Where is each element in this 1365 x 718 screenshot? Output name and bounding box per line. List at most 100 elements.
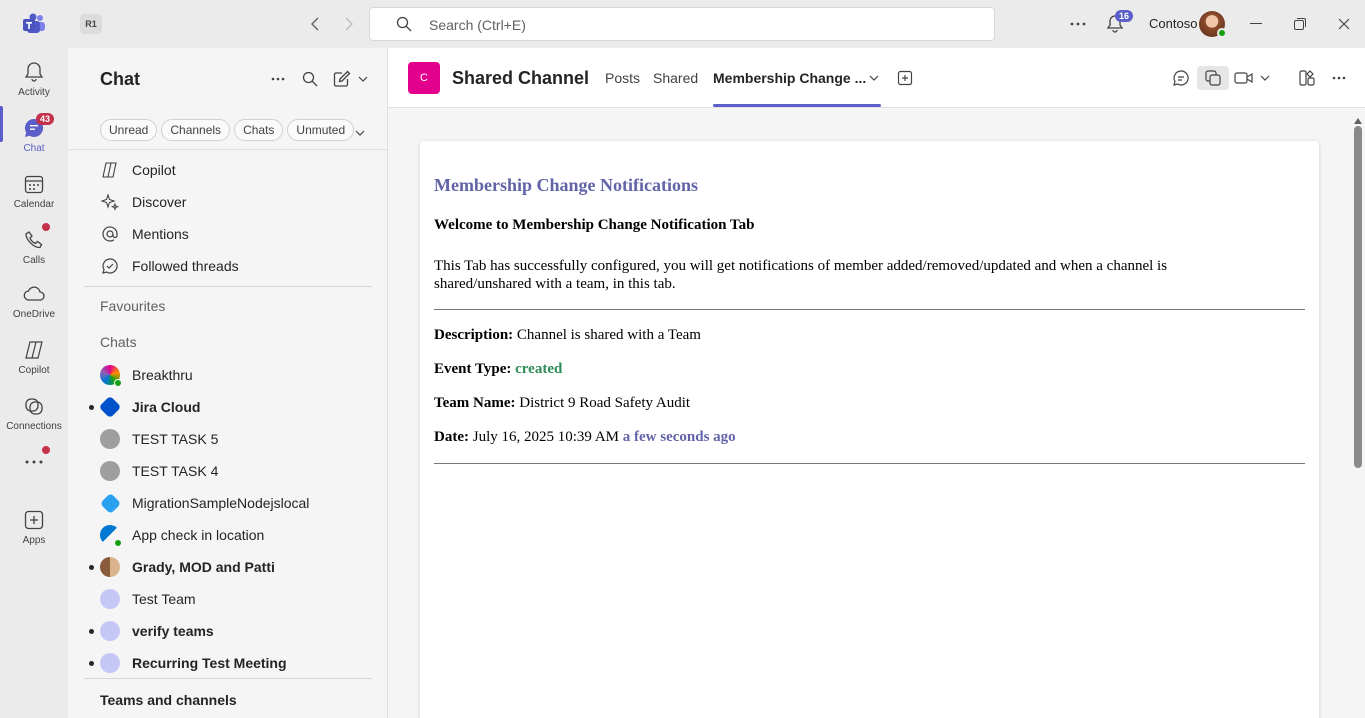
rail-item-more-apps[interactable] (0, 442, 68, 494)
rail-item-calendar[interactable]: Calendar (0, 164, 68, 216)
rail-item-calls[interactable]: Calls (0, 220, 68, 272)
chat-item-breakthru[interactable]: Breakthru (68, 359, 388, 391)
rail-item-activity[interactable]: Activity (0, 52, 68, 104)
chat-unread-badge: 43 (36, 113, 55, 125)
meeting-avatar (100, 653, 120, 673)
title-bar: R1 Search (Ctrl+E) 16 Contoso (0, 0, 1365, 48)
list-item-label: Mentions (132, 226, 189, 242)
more-options-icon[interactable] (1066, 12, 1090, 36)
tab-options-chevron-icon[interactable] (862, 66, 886, 90)
rail-item-copilot[interactable]: Copilot (0, 330, 68, 382)
rail-item-chat[interactable]: 43 Chat (0, 108, 68, 160)
rail-label: Apps (22, 535, 46, 546)
scrollbar-thumb[interactable] (1354, 126, 1362, 468)
chat-item-label: Recurring Test Meeting (132, 655, 287, 671)
meeting-avatar (100, 461, 120, 481)
call-options-chevron-icon[interactable] (1253, 66, 1277, 90)
more-options-icon[interactable] (1327, 66, 1351, 90)
rail-item-apps[interactable]: Apps (0, 500, 68, 552)
list-item-mentions[interactable]: Mentions (68, 218, 388, 250)
rail-label: Activity (18, 87, 50, 98)
filters-expand-icon[interactable] (355, 123, 365, 141)
at-icon (100, 224, 120, 244)
meeting-avatar (100, 429, 120, 449)
chat-item-label: Breakthru (132, 367, 193, 383)
chat-item-migration-sample[interactable]: MigrationSampleNodejslocal (68, 487, 388, 519)
welcome-heading: Welcome to Membership Change Notificatio… (434, 217, 755, 233)
forward-arrow-icon[interactable] (338, 13, 360, 35)
chat-item-test-task-5[interactable]: TEST TASK 5 (68, 423, 388, 455)
chat-popout-icon[interactable] (1197, 66, 1229, 90)
back-arrow-icon[interactable] (304, 13, 326, 35)
channel-view: C Shared Channel Posts Shared Membership… (388, 48, 1365, 718)
description-row: Description: Channel is shared with a Te… (434, 327, 701, 344)
search-input[interactable]: Search (Ctrl+E) (369, 7, 995, 41)
chat-item-recurring-test-meeting[interactable]: Recurring Test Meeting (68, 647, 388, 679)
divider (434, 463, 1305, 464)
team-name-row: Team Name: District 9 Road Safety Audit (434, 395, 690, 412)
followed-threads-icon (100, 256, 120, 276)
divider (68, 149, 388, 150)
account-switcher[interactable]: R1 (80, 14, 102, 34)
chat-item-test-task-4[interactable]: TEST TASK 4 (68, 455, 388, 487)
filter-unmuted[interactable]: Unmuted (287, 119, 355, 141)
tab-shared[interactable]: Shared (653, 70, 698, 86)
copilot-icon (22, 338, 46, 362)
minimize-icon[interactable] (1244, 12, 1268, 36)
search-icon[interactable] (299, 68, 321, 90)
filter-channels[interactable]: Channels (161, 119, 231, 141)
restore-icon[interactable] (1288, 12, 1312, 36)
date-label: Date: (434, 429, 469, 445)
list-item-discover[interactable]: Discover (68, 186, 388, 218)
rail-label: Copilot (18, 365, 50, 376)
chat-item-test-team[interactable]: Test Team (68, 583, 388, 615)
chat-item-label: TEST TASK 4 (132, 463, 219, 479)
date-value: July 16, 2025 10:39 AM (472, 429, 619, 445)
close-icon[interactable] (1332, 12, 1356, 36)
chat-item-verify-teams[interactable]: verify teams (68, 615, 388, 647)
description-label: Description: (434, 327, 514, 343)
add-tab-icon[interactable] (893, 66, 917, 90)
phone-icon (22, 228, 46, 252)
event-type-label: Event Type: (434, 361, 512, 377)
section-heading-chats[interactable]: Chats (100, 334, 137, 350)
divider (434, 309, 1305, 310)
org-name[interactable]: Contoso (1149, 16, 1197, 31)
unread-dot (89, 661, 94, 666)
chat-item-jira-cloud[interactable]: Jira Cloud (68, 391, 388, 423)
list-item-followed-threads[interactable]: Followed threads (68, 250, 388, 282)
apps-icon[interactable] (1295, 66, 1319, 90)
team-name-value: District 9 Road Safety Audit (519, 395, 691, 411)
tab-posts[interactable]: Posts (605, 70, 640, 86)
bell-icon (22, 60, 46, 84)
chat-pane-title: Chat (100, 69, 140, 89)
unread-dot (89, 629, 94, 634)
section-heading-favourites[interactable]: Favourites (100, 298, 165, 314)
scroll-up-arrow-icon[interactable] (1354, 111, 1362, 124)
chevron-down-icon[interactable] (352, 68, 374, 90)
rail-item-connections[interactable]: Connections (0, 386, 68, 438)
chat-item-app-check-in[interactable]: App check in location (68, 519, 388, 551)
cloud-icon (22, 282, 46, 306)
channel-name[interactable]: Shared Channel (452, 68, 589, 89)
intro-text: This Tab has successfully configured, yo… (434, 258, 1168, 292)
divider (84, 678, 372, 679)
tab-membership-change[interactable]: Membership Change ... (713, 70, 866, 86)
calendar-icon (22, 172, 46, 196)
list-item-copilot[interactable]: Copilot (68, 154, 388, 186)
date-row: Date: July 16, 2025 10:39 AM a few secon… (434, 429, 736, 446)
rail-item-onedrive[interactable]: OneDrive (0, 274, 68, 326)
conversation-icon[interactable] (1169, 66, 1193, 90)
copilot-icon (100, 160, 120, 180)
chat-item-label: Test Team (132, 591, 196, 607)
chat-item-grady-mod-patti[interactable]: Grady, MOD and Patti (68, 551, 388, 583)
chat-avatar (100, 365, 122, 387)
filter-unread[interactable]: Unread (100, 119, 158, 141)
filter-chats[interactable]: Chats (234, 119, 284, 141)
new-chat-icon[interactable] (331, 68, 353, 90)
app-rail: Activity 43 Chat Calendar Calls OneDrive… (0, 48, 68, 718)
more-options-icon[interactable] (267, 68, 289, 90)
section-heading-teams[interactable]: Teams and channels (100, 692, 237, 708)
search-placeholder: Search (Ctrl+E) (429, 17, 526, 33)
channel-header: C Shared Channel Posts Shared Membership… (388, 48, 1365, 108)
